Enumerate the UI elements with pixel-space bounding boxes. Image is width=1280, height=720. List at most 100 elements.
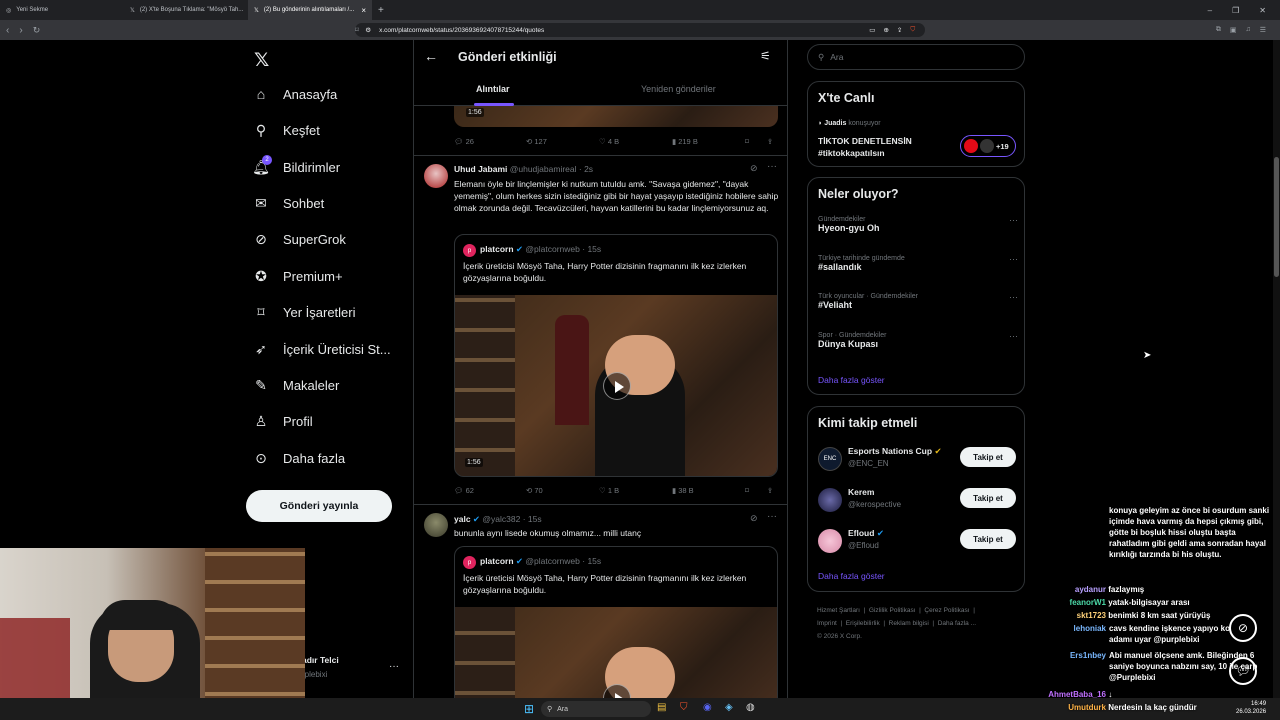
back-icon[interactable]: ‹ [6,25,9,36]
close-tab-icon[interactable]: × [361,6,366,15]
scrollbar-thumb[interactable] [1274,157,1279,277]
live-host[interactable]: ◗ Juadis konuşuyor [818,120,881,127]
nav-notifications[interactable]: 🔔︎ 2 Bildirimler [252,155,340,175]
follow-suggestion[interactable]: Efloud ✔ @Efloud Takip et [808,525,1026,559]
browser-tab[interactable]: 𝕏(2) X'te Boşuna Tıklama: "Mösyö Tah...× [124,0,248,20]
wallet-icon[interactable]: ▣ [1230,26,1237,34]
brave-browser-icon[interactable]: ⛉ [680,702,688,713]
video-thumbnail[interactable]: 1:56 [455,295,777,476]
nav-articles[interactable]: ✎ Makaleler [253,377,339,393]
trend-item[interactable]: Türkiye tarihinde gündemde #sallandık ··… [818,254,1018,272]
steam-icon[interactable]: ◈ [725,702,733,713]
views-button[interactable]: ▮ 38 B [672,486,745,495]
author-handle[interactable]: @yalc382 [482,514,520,524]
like-button[interactable]: ♡ 4 B [599,137,672,146]
trend-item[interactable]: Türk oyuncular · Gündemdekiler #Veliaht … [818,292,1018,310]
follow-suggestion[interactable]: Kerem @kerospective Takip et [808,484,1026,518]
nav-home[interactable]: ⌂ Anasayfa [253,86,337,102]
more-icon[interactable]: ··· [1009,331,1018,341]
video-thumbnail[interactable] [454,106,778,127]
quoted-tweet[interactable]: p platcorn ✔ @platcornweb · 15s İçerik ü… [454,546,778,720]
trend-item[interactable]: Spor · Gündemdekiler Dünya Kupası ··· [818,331,1018,349]
account-more-icon[interactable]: ··· [389,661,399,672]
more-icon[interactable]: ··· [1009,215,1018,225]
account-name[interactable]: adır Telci [302,655,339,665]
follow-suggestion[interactable]: ENC Esports Nations Cup ✔ @ENC_EN Takip … [808,443,1026,477]
footer-link[interactable]: Hizmet Şartları [817,607,860,614]
restore-icon[interactable]: ❐ [1232,6,1239,15]
repost-button[interactable]: ⟲ 127 [526,137,599,146]
like-button[interactable]: ♡ 1 B [599,486,672,495]
tab-reposts[interactable]: Yeniden gönderiler [641,84,716,94]
extensions-icon[interactable]: ⧉ [1216,26,1221,34]
show-more-link[interactable]: Daha fazla göster [818,571,885,581]
tab-quotes[interactable]: Alıntılar [476,84,510,94]
follow-button[interactable]: Takip et [960,447,1016,467]
nav-more[interactable]: ⊙ Daha fazla [253,450,345,466]
footer-link[interactable]: Imprint [817,620,837,627]
footer-link[interactable]: Çerez Politikası [924,607,969,614]
taskbar-search[interactable]: ⚲ Ara [541,701,651,717]
more-icon[interactable]: ··· [1009,292,1018,302]
nav-supergrok[interactable]: ⊘ SuperGrok [253,231,346,247]
screen-icon[interactable]: ▭ [869,26,875,34]
follow-button[interactable]: Takip et [960,488,1016,508]
x-logo-icon[interactable]: 𝕏 [254,49,269,72]
footer-link[interactable]: Gizlilik Politikası [869,607,916,614]
show-more-link[interactable]: Daha fazla göster [818,375,885,385]
nav-explore[interactable]: ⚲ Keşfet [253,122,320,138]
windows-start-icon[interactable]: ⊞ [524,702,534,716]
music-icon[interactable]: ♫ [1245,26,1250,34]
nav-bookmarks[interactable]: ⌑ Yer İşaretleri [253,304,355,320]
forward-icon[interactable]: › [19,25,22,36]
bookmark-icon[interactable]: ⌑ [745,486,767,495]
nav-premium[interactable]: ✪ Premium+ [253,268,342,284]
author-name[interactable]: yalc [454,514,471,524]
nav-profile[interactable]: ♙ Profil [253,413,313,429]
share-icon[interactable]: ⇪ [767,137,773,146]
close-window-icon[interactable]: ✕ [1259,6,1266,15]
address-bar[interactable]: ⚙ x.com/platcornweb/status/2036936924078… [355,23,926,37]
live-topic[interactable]: TİKTOK DENETLENSİN #tiktokkapatılsın [818,135,912,159]
discord-icon[interactable]: ◉ [703,702,712,713]
trend-item[interactable]: Gündemdekiler Hyeon-gyu Oh ··· [818,215,1018,233]
footer-link[interactable]: Reklam bilgisi [889,620,929,627]
back-arrow-icon[interactable]: ← [424,48,438,64]
footer-link[interactable]: Erişilebilirlik [846,620,880,627]
browser-tab[interactable]: ◎ Yeni Sekme [0,0,124,20]
settings-sliders-icon[interactable]: ⚟ [760,49,771,63]
zoom-icon[interactable]: ⊕ [883,26,888,34]
footer-link[interactable]: Daha fazla ... [938,620,976,627]
tweet-time[interactable]: · 2s [579,164,593,174]
reload-icon[interactable]: ↻ [33,25,41,36]
bookmark-icon[interactable]: ⌑ [745,137,767,146]
grok-icon[interactable]: ⊘ [750,163,758,174]
more-icon[interactable]: ··· [1009,254,1018,264]
share-icon[interactable]: ⇪ [897,26,902,34]
site-info-icon[interactable]: ⚙ [365,26,371,34]
quoted-tweet[interactable]: p platcorn ✔ @platcornweb · 15s İçerik ü… [454,234,778,477]
author-handle[interactable]: @uhudjabamireal [510,164,577,174]
bookmark-page-icon[interactable]: ⌑ [355,26,359,34]
play-button[interactable] [603,372,631,400]
avatar[interactable] [424,164,448,188]
brave-shield-icon[interactable]: ⛉ [910,26,915,34]
post-button[interactable]: Gönderi yayınla [246,490,392,522]
browser-tab-active[interactable]: 𝕏 (2) Bu gönderinin alıntılamaları /... × [248,0,372,20]
views-button[interactable]: ▮ 219 B [672,137,745,146]
reply-button[interactable]: 💬︎ 26 [454,137,526,146]
nav-creator-studio[interactable]: ➶ İçerik Üreticisi St... [253,341,391,357]
file-explorer-icon[interactable]: ▤ [657,702,666,713]
menu-icon[interactable]: ☰ [1260,26,1266,34]
search-input[interactable]: ⚲ Ara [807,44,1025,70]
grok-icon[interactable]: ⊘ [750,513,758,524]
obs-icon[interactable]: ◍ [746,702,755,713]
tweet-time[interactable]: · 15s [523,514,542,524]
repost-button[interactable]: ⟲ 70 [526,486,599,495]
reply-button[interactable]: 💬︎ 62 [454,486,526,495]
new-tab-icon[interactable]: + [378,5,384,16]
avatar[interactable] [424,513,448,537]
share-icon[interactable]: ⇪ [767,486,773,495]
follow-button[interactable]: Takip et [960,529,1016,549]
author-name[interactable]: Uhud Jabami [454,164,507,174]
